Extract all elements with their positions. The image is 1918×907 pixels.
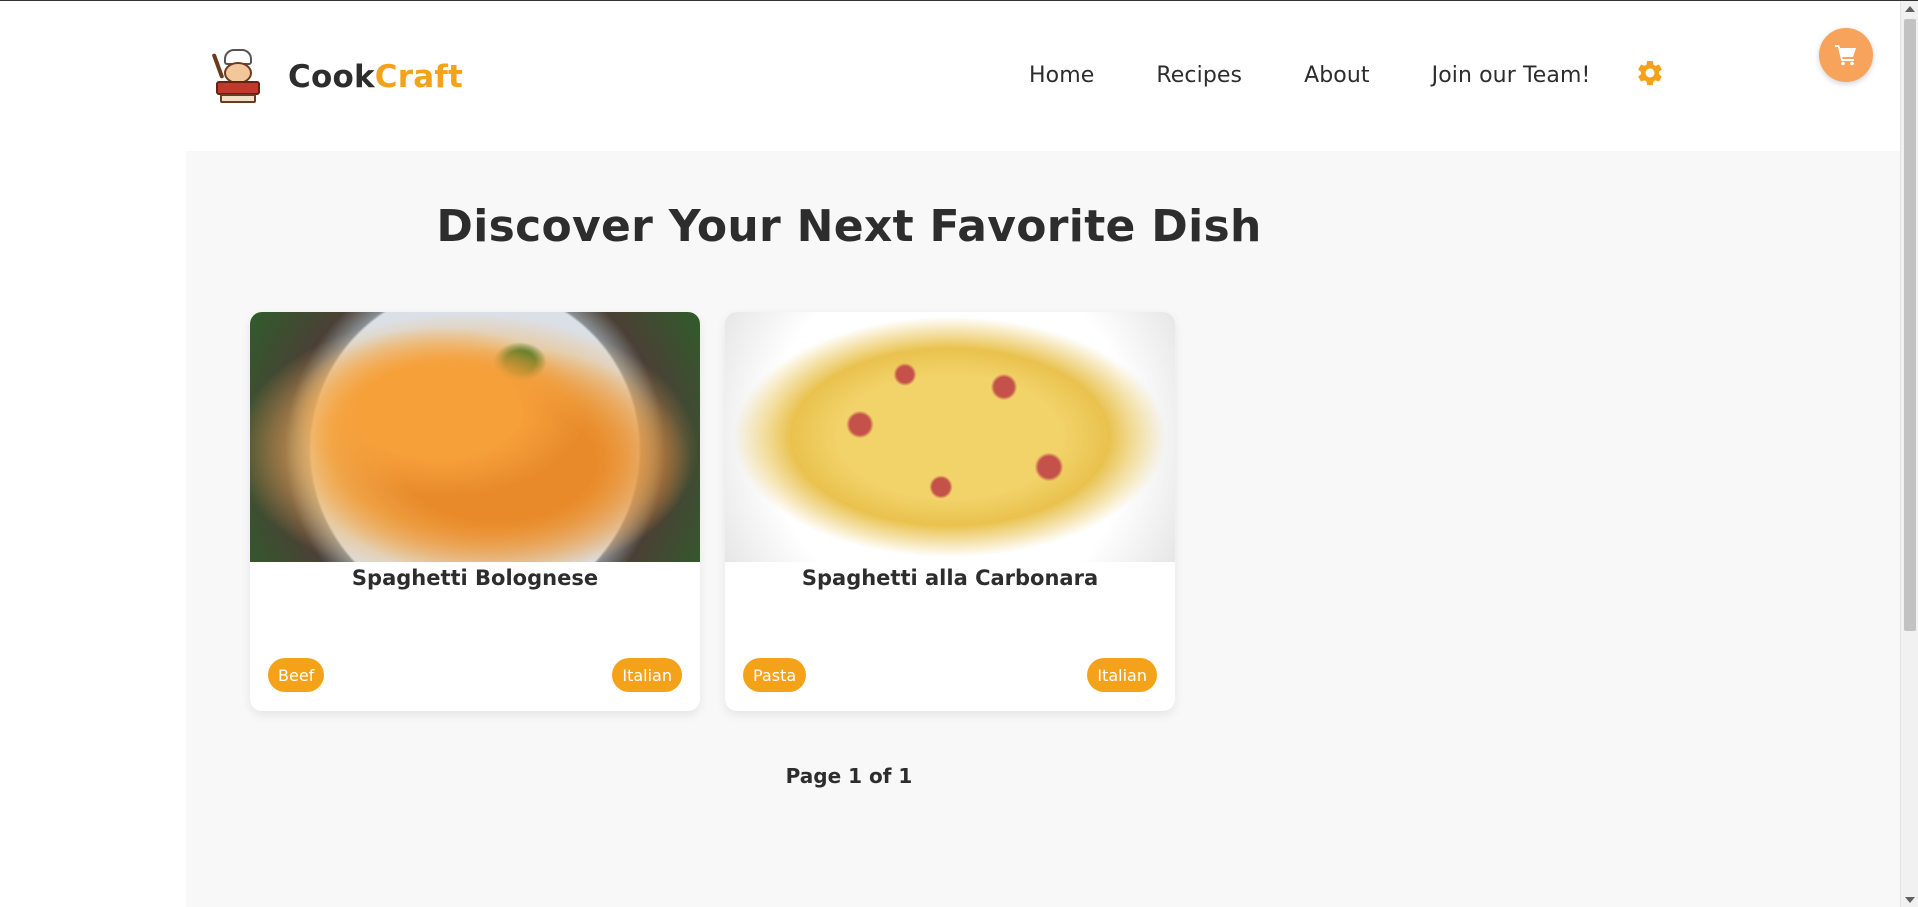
recipe-tag-category[interactable]: Pasta xyxy=(743,658,807,692)
scrollbar-thumb[interactable] xyxy=(1904,19,1916,631)
page-scrollbar[interactable] xyxy=(1900,1,1918,907)
brand-name-craft: Craft xyxy=(374,59,464,95)
scroll-down-icon[interactable] xyxy=(1905,897,1915,903)
nav-home[interactable]: Home xyxy=(1029,63,1094,88)
recipe-tag-cuisine[interactable]: Italian xyxy=(1087,658,1157,692)
nav-recipes[interactable]: Recipes xyxy=(1156,63,1242,88)
recipe-tag-category[interactable]: Beef xyxy=(268,658,325,692)
recipe-card[interactable]: Spaghetti alla Carbonara Pasta Italian xyxy=(725,312,1175,711)
scroll-up-icon[interactable] xyxy=(1905,6,1915,12)
site-header: CookCraft Home Recipes About Join our Te… xyxy=(0,1,1900,151)
recipe-image-carbonara[interactable] xyxy=(725,312,1175,562)
recipe-tag-cuisine[interactable]: Italian xyxy=(612,658,682,692)
nav-about[interactable]: About xyxy=(1304,63,1370,88)
pagination-status: Page 1 of 1 xyxy=(785,764,913,788)
brand-name-cook: Cook xyxy=(288,59,375,95)
main-content: Discover Your Next Favorite Dish Spaghet… xyxy=(186,151,1900,907)
brand[interactable]: CookCraft xyxy=(211,49,463,105)
page-title: Discover Your Next Favorite Dish xyxy=(436,201,1262,252)
recipe-title[interactable]: Spaghetti Bolognese xyxy=(250,566,700,590)
cart-icon xyxy=(1835,45,1856,66)
gear-icon[interactable] xyxy=(1634,57,1666,89)
nav-join-team[interactable]: Join our Team! xyxy=(1432,63,1591,88)
main-nav: Home Recipes About Join our Team! xyxy=(1029,60,1666,89)
recipe-title[interactable]: Spaghetti alla Carbonara xyxy=(725,566,1175,590)
recipe-grid: Spaghetti Bolognese Beef Italian Spaghet… xyxy=(250,312,1200,711)
cookcraft-logo xyxy=(211,49,262,105)
brand-name: CookCraft xyxy=(288,59,463,95)
recipe-image-bolognese[interactable] xyxy=(250,312,700,562)
cart-button[interactable] xyxy=(1819,28,1873,82)
recipe-card[interactable]: Spaghetti Bolognese Beef Italian xyxy=(250,312,700,711)
